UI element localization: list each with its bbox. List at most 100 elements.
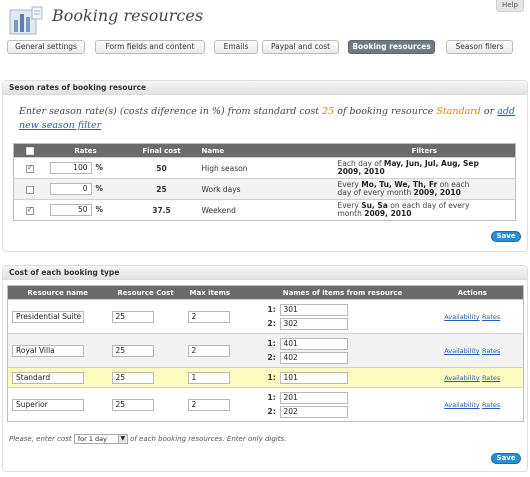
booking-cost-panel: Cost of each booking type Resource name …: [2, 265, 528, 472]
tab-form-fields[interactable]: Form fields and content: [95, 40, 205, 54]
season-filter: Each day of May, Jun, Jul, Aug, Sep 2009,…: [333, 157, 516, 179]
season-name: High season: [197, 157, 334, 179]
col-max-items: Max items: [183, 285, 264, 300]
percent-sign: %: [95, 163, 104, 172]
cost-period-value: for 1 day: [77, 435, 107, 443]
tab-paypal-and-cost[interactable]: Paypal and cost: [262, 40, 339, 54]
page-title: Booking resources: [52, 6, 204, 25]
item-name-input[interactable]: 402: [279, 351, 348, 364]
item-number: 1:: [267, 305, 276, 314]
season-header-row: Rates Final cost Name Filters: [13, 143, 516, 158]
season-rates-panel: Seson rates of booking resource Enter se…: [2, 80, 528, 252]
resource-row-selected: Standard 25 1 1: 101 Availability Rates: [7, 367, 524, 388]
max-items-input[interactable]: 2: [187, 310, 230, 323]
rates-link[interactable]: Rates: [482, 347, 500, 355]
col-actions: Actions: [421, 285, 524, 300]
resource-row: Royal Villa 25 2 1: 401 2: 402 Availabilit…: [7, 333, 524, 368]
season-row: 50% 37.5 Weekend Every Su, Sa on each da…: [13, 199, 516, 221]
help-tab[interactable]: Help: [496, 0, 524, 12]
intro-standard-cost: 25: [322, 106, 335, 117]
item-number: 1:: [267, 339, 276, 348]
intro-resource-name: Standard: [436, 106, 481, 117]
save-booking-cost-button[interactable]: Save: [491, 453, 521, 464]
resource-name-input[interactable]: Presidential Suite: [12, 310, 84, 323]
season-checkbox[interactable]: [25, 205, 34, 215]
col-name: Name: [197, 143, 334, 158]
col-resource-cost: Resource Cost: [107, 285, 184, 300]
item-number: 1:: [267, 373, 276, 382]
item-name-input[interactable]: 401: [279, 337, 348, 350]
tab-booking-resources[interactable]: Booking resources: [348, 40, 435, 54]
save-season-rates-button[interactable]: Save: [491, 231, 521, 242]
chevron-down-icon: ▼: [117, 435, 127, 443]
select-all-header: [13, 143, 46, 158]
intro-text-middle: of booking resource: [334, 106, 437, 117]
item-name-input[interactable]: 201: [279, 391, 348, 404]
item-name-input[interactable]: 301: [279, 303, 348, 316]
rates-link[interactable]: Rates: [482, 401, 500, 409]
note-text: Please, enter cost: [9, 435, 72, 443]
tab-bar: General settings Form fields and content…: [7, 40, 525, 54]
booking-cost-heading: Cost of each booking type: [3, 266, 527, 280]
item-name-input[interactable]: 101: [279, 371, 348, 384]
item-number: 2:: [267, 319, 276, 328]
availability-link[interactable]: Availability: [444, 347, 479, 355]
final-cost: 50: [125, 157, 198, 179]
season-name: Weekend: [197, 199, 334, 221]
rate-input[interactable]: 0: [49, 183, 92, 195]
tab-season-filers[interactable]: Season filers: [446, 40, 513, 54]
intro-or: or: [480, 106, 498, 117]
cost-period-note: Please, enter cost for 1 day ▼ of each bo…: [9, 434, 286, 444]
season-name: Work days: [197, 178, 334, 200]
note-text-after: of each booking resources. Enter only di…: [130, 435, 287, 443]
resource-name-input[interactable]: Superior: [12, 398, 84, 411]
select-all-checkbox[interactable]: [25, 146, 34, 155]
resource-cost-input[interactable]: 25: [111, 310, 154, 323]
season-filter: Every Mo, Tu, We, Th, Fr on each day of e…: [333, 178, 516, 200]
max-items-input[interactable]: 1: [187, 371, 230, 384]
resource-name-input[interactable]: Royal Villa: [12, 344, 84, 357]
resource-row: Presidential Suite 25 2 1: 301 2: 302 Avai…: [7, 299, 524, 334]
resources-icon: [9, 6, 43, 35]
col-filters: Filters: [333, 143, 516, 158]
season-rates-table: Rates Final cost Name Filters 100% 50 Hi…: [13, 143, 516, 221]
season-rates-heading: Seson rates of booking resource: [3, 81, 527, 95]
resource-name-input[interactable]: Standard: [12, 371, 84, 384]
availability-link[interactable]: Availability: [444, 401, 479, 409]
percent-sign: %: [95, 184, 104, 193]
cost-period-select[interactable]: for 1 day ▼: [73, 434, 128, 444]
item-number: 2:: [267, 353, 276, 362]
item-number: 1:: [267, 393, 276, 402]
final-cost: 25: [125, 178, 198, 200]
resource-cost-input[interactable]: 25: [111, 344, 154, 357]
booking-cost-table: Resource name Resource Cost Max items Na…: [7, 285, 524, 422]
rate-input[interactable]: 50: [49, 204, 92, 216]
season-checkbox[interactable]: [25, 185, 34, 194]
availability-link[interactable]: Availability: [444, 313, 479, 321]
tab-general-settings[interactable]: General settings: [7, 40, 85, 54]
tab-emails[interactable]: Emails: [214, 40, 258, 54]
col-item-names: Names of items from resource: [263, 285, 422, 300]
intro-text: Enter season rate(s) (costs diference in…: [19, 106, 323, 117]
resource-cost-input[interactable]: 25: [111, 371, 154, 384]
rates-link[interactable]: Rates: [482, 313, 500, 321]
season-row: 100% 50 High season Each day of May, Jun…: [13, 157, 516, 179]
rates-link[interactable]: Rates: [482, 374, 500, 382]
resource-cost-input[interactable]: 25: [111, 398, 154, 411]
max-items-input[interactable]: 2: [187, 344, 230, 357]
item-name-input[interactable]: 202: [279, 405, 348, 418]
final-cost: 37.5: [125, 199, 198, 221]
availability-link[interactable]: Availability: [444, 374, 479, 382]
item-number: 2:: [267, 407, 276, 416]
col-final-cost: Final cost: [125, 143, 198, 158]
season-checkbox[interactable]: [25, 163, 34, 173]
col-resource-name: Resource name: [7, 285, 108, 300]
max-items-input[interactable]: 2: [187, 398, 230, 411]
item-name-input[interactable]: 302: [279, 317, 348, 330]
cost-header-row: Resource name Resource Cost Max items Na…: [7, 285, 524, 300]
rate-input[interactable]: 100: [49, 162, 92, 174]
percent-sign: %: [95, 205, 104, 214]
season-filter: Every Su, Sa on each day of every month 2…: [333, 199, 516, 221]
resource-row: Superior 25 2 1: 201 2: 202 Availability R…: [7, 387, 524, 422]
season-intro: Enter season rate(s) (costs diference in…: [19, 105, 519, 133]
